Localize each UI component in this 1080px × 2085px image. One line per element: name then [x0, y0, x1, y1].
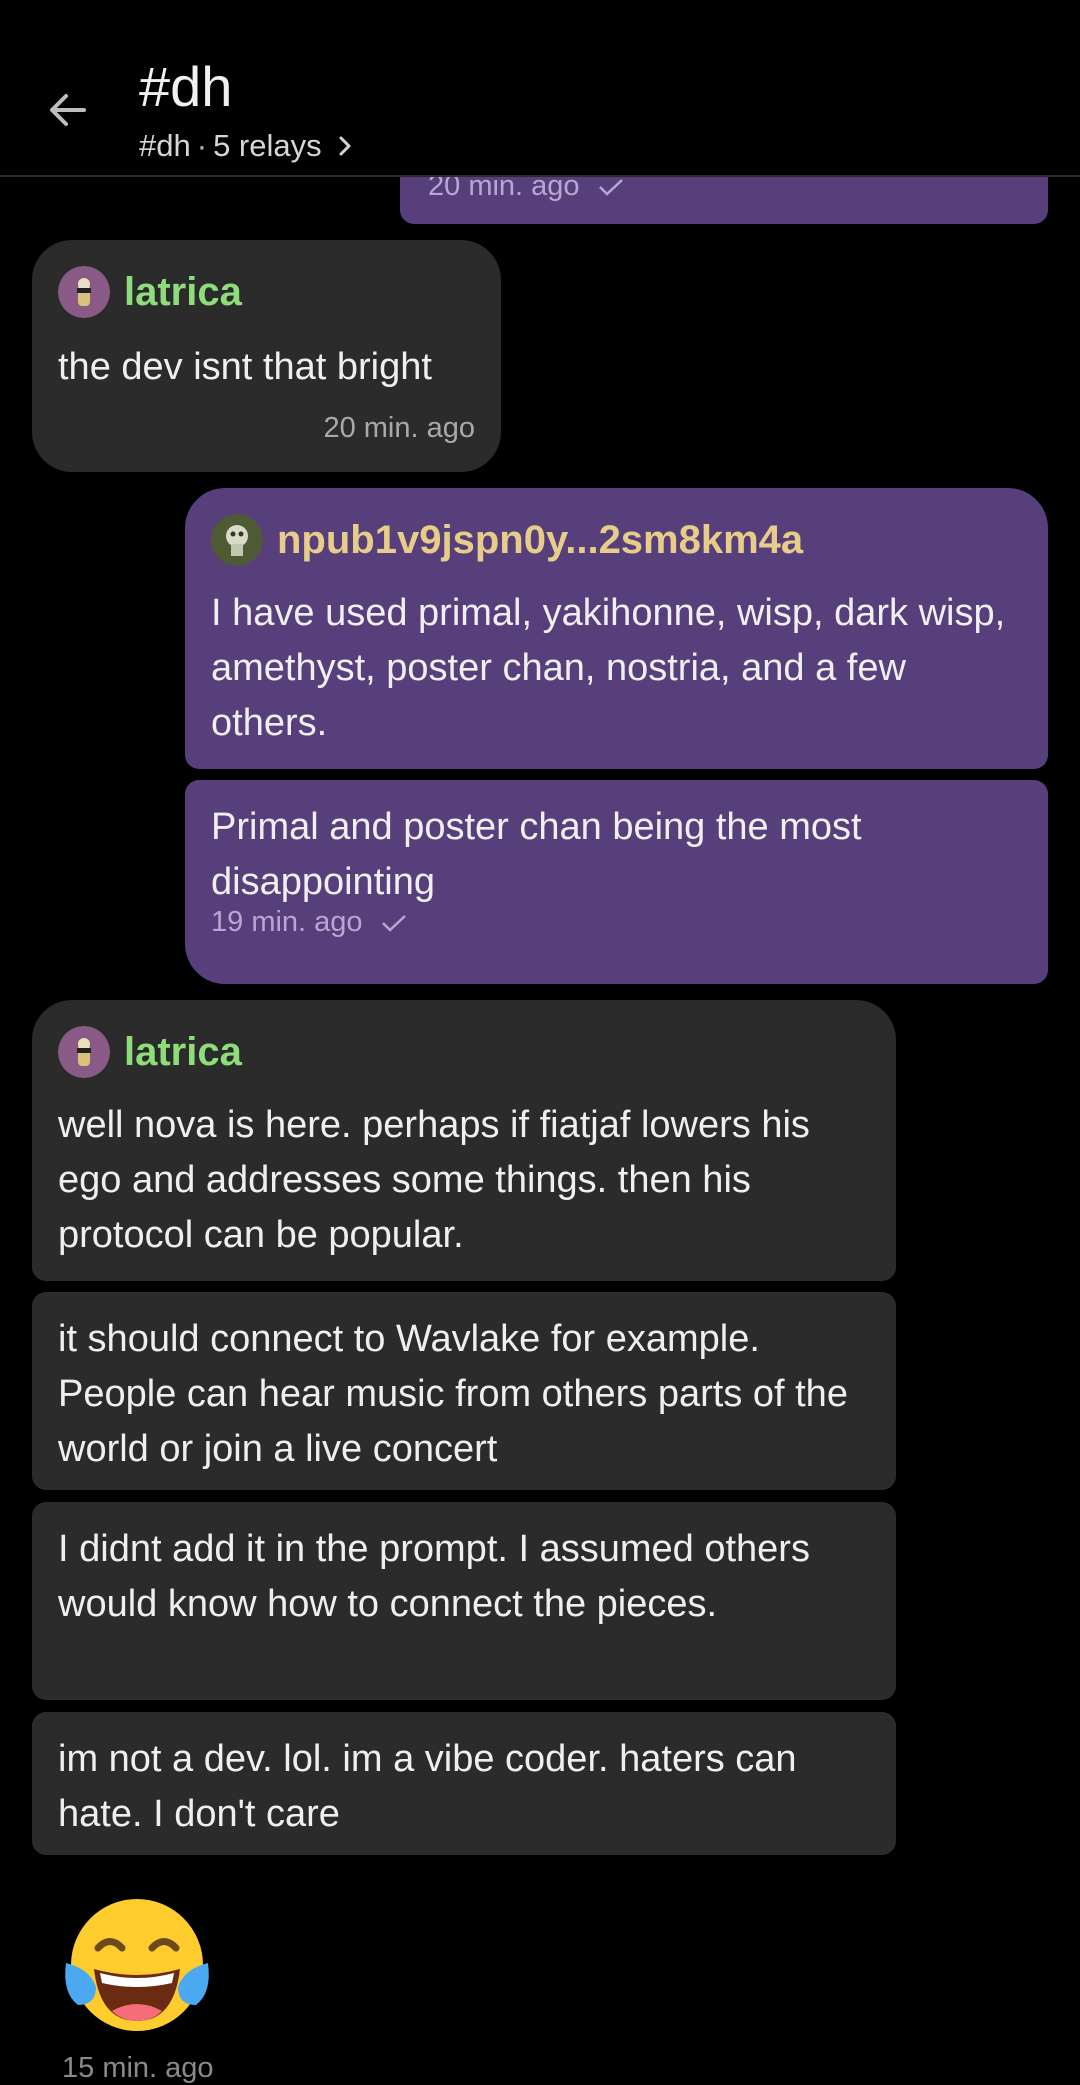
- check-icon: [598, 178, 623, 196]
- message-text: Primal and poster chan being the most di…: [211, 806, 862, 903]
- message-text: I didnt add it in the prompt. I assumed …: [58, 1528, 810, 1625]
- message-text: well nova is here. perhaps if fiatjaf lo…: [58, 1104, 810, 1256]
- author-name: npub1v9jspn0y...2sm8km4a: [277, 517, 804, 562]
- message-bubble[interactable]: latrica the dev isnt that bright 20 min.…: [32, 240, 501, 472]
- avatar-icon: [211, 514, 263, 566]
- channel-title[interactable]: #dh: [139, 54, 232, 119]
- avatar-icon: [58, 1026, 110, 1078]
- message-author[interactable]: latrica: [58, 266, 242, 318]
- author-name: latrica: [124, 1029, 242, 1074]
- message-text: im not a dev. lol. im a vibe coder. hate…: [58, 1738, 797, 1835]
- message-text: it should connect to Wavlake for example…: [58, 1318, 848, 1470]
- avatar-icon: [58, 266, 110, 318]
- message-author[interactable]: npub1v9jspn0y...2sm8km4a: [211, 514, 803, 566]
- message-bubble[interactable]: it should connect to Wavlake for example…: [32, 1292, 896, 1490]
- top-app-bar: #dh #dh · 5 relays: [0, 0, 1080, 177]
- relay-count: 5 relays: [213, 128, 322, 163]
- message-bubble[interactable]: I didnt add it in the prompt. I assumed …: [32, 1502, 896, 1700]
- channel-relays-link[interactable]: #dh · 5 relays: [139, 128, 356, 164]
- subtitle-separator: ·: [196, 128, 208, 163]
- message-bubble-own[interactable]: Primal and poster chan being the most di…: [185, 780, 1048, 984]
- message-author[interactable]: latrica: [58, 1026, 242, 1078]
- subtitle-tag: #dh: [139, 128, 191, 163]
- face-with-tears-of-joy-icon[interactable]: [62, 1893, 212, 2033]
- avatar[interactable]: [211, 514, 263, 566]
- chevron-right-icon: [339, 136, 351, 156]
- message-footer: 19 min. ago: [211, 906, 407, 939]
- message-time: 20 min. ago: [323, 412, 475, 444]
- avatar[interactable]: [58, 266, 110, 318]
- message-bubble-own[interactable]: npub1v9jspn0y...2sm8km4a I have used pri…: [185, 488, 1048, 769]
- message-text: I have used primal, yakihonne, wisp, dar…: [211, 592, 1006, 744]
- check-icon: [381, 914, 406, 932]
- author-name: latrica: [124, 269, 242, 314]
- message-bubble[interactable]: latrica well nova is here. perhaps if fi…: [32, 1000, 896, 1281]
- message-time: 19 min. ago: [211, 906, 363, 938]
- avatar[interactable]: [58, 1026, 110, 1078]
- message-time: 15 min. ago: [62, 2052, 214, 2084]
- back-arrow-icon[interactable]: [44, 86, 92, 134]
- message-text: the dev isnt that bright: [58, 346, 432, 388]
- message-bubble[interactable]: im not a dev. lol. im a vibe coder. hate…: [32, 1712, 896, 1855]
